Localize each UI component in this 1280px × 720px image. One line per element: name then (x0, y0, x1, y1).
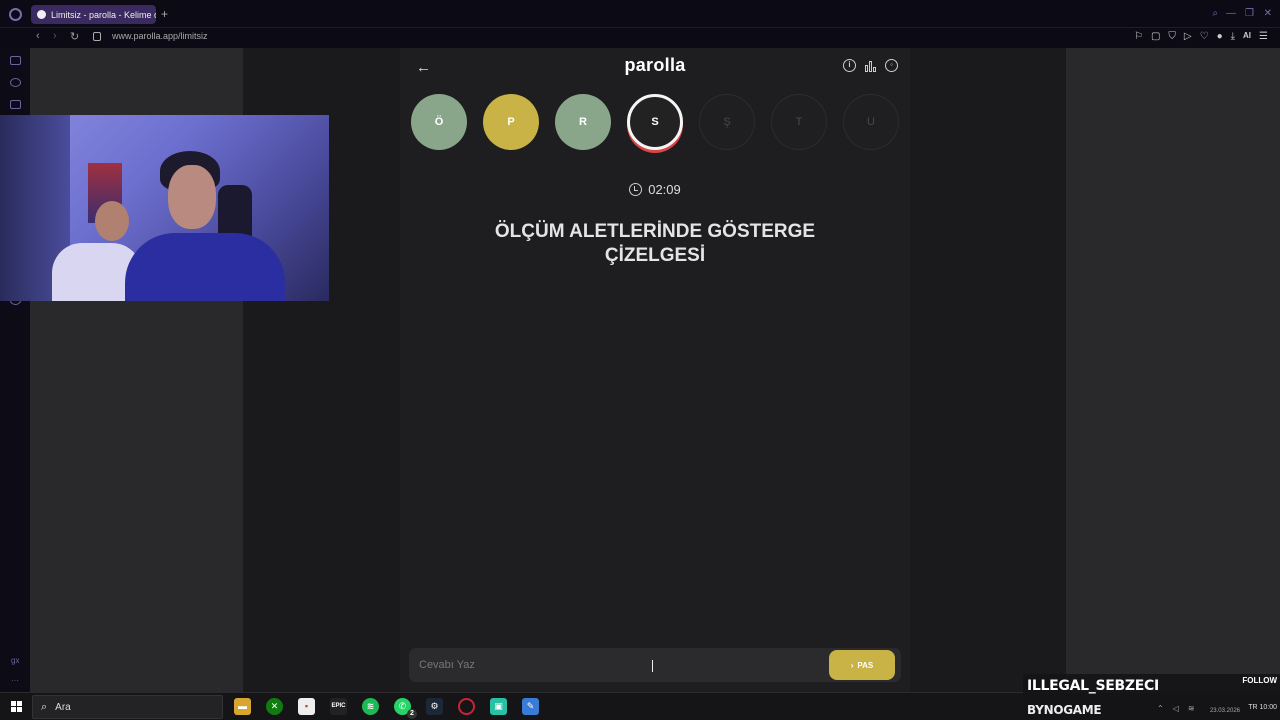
pass-label: PAS (857, 660, 874, 670)
clock-time: TR 10:00 (1248, 704, 1277, 711)
spotify-icon[interactable]: ≋ (362, 698, 379, 715)
letter-wheel: Ö P R S Ş T U (411, 94, 899, 150)
menu-icon[interactable]: ☰ (1259, 31, 1268, 42)
opera-gx-taskbar-icon[interactable] (458, 698, 475, 715)
user-icon[interactable]: ◦ (885, 59, 898, 72)
info-icon[interactable]: i (843, 59, 856, 72)
whatsapp-badge: 2 (407, 709, 417, 719)
steam-icon[interactable]: ⚙ (426, 698, 443, 715)
letter-bubble-active: S (627, 94, 683, 150)
snapshot-icon[interactable]: ▢ (1151, 31, 1160, 42)
xbox-icon[interactable]: ✕ (266, 698, 283, 715)
page-gutter-right (910, 48, 1066, 692)
opera-logo-icon[interactable] (9, 8, 22, 21)
answer-bar: › PAS (409, 648, 901, 682)
game-panel: ← parolla i ◦ Ö P R S Ş T U 02:09 ÖLÇÜM … (400, 48, 910, 692)
volume-icon[interactable]: ◁ (1173, 704, 1179, 713)
file-explorer-icon[interactable]: ▬ (234, 698, 251, 715)
sidebar-gaming-icon[interactable] (10, 56, 21, 65)
follow-label: FOLLOW (1242, 676, 1277, 685)
sidebar-history-icon[interactable] (10, 78, 21, 87)
tab-title: Limitsiz - parolla - Kelime o (51, 9, 156, 20)
system-tray: ⌃ ◁ ≋ (1157, 704, 1195, 713)
browser-tab-bar: Limitsiz - parolla - Kelime o + ⌕ — ❐ ✕ (0, 0, 1280, 28)
timer: 02:09 (400, 182, 910, 197)
heart-icon[interactable]: ♡ (1200, 31, 1209, 42)
sidebar-more-icon[interactable]: ··· (11, 676, 19, 685)
download-icon[interactable]: ⤓ (1231, 31, 1235, 42)
streamer-name: ILLEGAL_SEBZECI (1027, 678, 1159, 694)
close-window-icon[interactable]: ✕ (1264, 8, 1272, 19)
paint-app-icon[interactable]: ✎ (522, 698, 539, 715)
windows-start-icon[interactable] (11, 701, 22, 712)
timer-value: 02:09 (648, 182, 681, 197)
profile-icon[interactable]: ● (1217, 31, 1223, 42)
taskbar-search[interactable]: ⌕ Ara (32, 695, 223, 719)
browser-tab-active[interactable]: Limitsiz - parolla - Kelime o (31, 5, 156, 24)
tray-chevron-icon[interactable]: ⌃ (1157, 704, 1164, 713)
screen: Limitsiz - parolla - Kelime o + ⌕ — ❐ ✕ … (0, 0, 1280, 720)
new-tab-icon[interactable]: + (161, 7, 168, 21)
lock-icon (93, 32, 101, 41)
webcam-person-right (125, 233, 285, 301)
chevron-right-icon: › (850, 660, 854, 670)
bookmark-icon[interactable]: ⚐ (1134, 31, 1143, 42)
sidebar-box-icon[interactable] (10, 100, 21, 109)
search-icon: ⌕ (41, 700, 48, 713)
reload-icon[interactable]: ↻ (70, 30, 79, 43)
webcam-person-right-head (168, 165, 216, 229)
url-field[interactable]: www.parolla.app/limitsiz (112, 31, 208, 41)
clock-icon (629, 183, 643, 196)
maximize-icon[interactable]: ❐ (1245, 8, 1254, 19)
app-logo: parolla (624, 55, 686, 75)
search-label: Ara (55, 701, 71, 713)
channel-name: BYNOGAME (1027, 703, 1102, 717)
sidebar-gx-icon[interactable]: gx (11, 656, 19, 665)
letter-bubble: Ş (699, 94, 755, 150)
whatsapp-icon[interactable]: ✆ 2 (394, 698, 417, 719)
search-tabs-icon[interactable]: ⌕ (1212, 8, 1218, 19)
back-nav-icon[interactable]: ‹ (36, 30, 40, 42)
wifi-icon[interactable]: ≋ (1188, 704, 1195, 713)
pass-button[interactable]: › PAS (829, 650, 895, 680)
address-bar: ‹ › ↻ www.parolla.app/limitsiz ⚐ ▢ ⛉ ▷ ♡… (0, 28, 1280, 48)
document-icon[interactable]: ▪ (298, 698, 315, 715)
parolla-favicon-icon (37, 10, 46, 19)
minimize-icon[interactable]: — (1226, 8, 1236, 19)
clock-date: 23.03.2026 (1209, 708, 1240, 714)
browser-toolbar: ⚐ ▢ ⛉ ▷ ♡ ● ⤓ AI ☰ (1134, 31, 1268, 42)
answer-input[interactable] (419, 656, 819, 674)
header-actions: i ◦ (843, 59, 898, 72)
stream-overlay: ILLEGAL_SEBZECI FOLLOW BYNOGAME ⌃ ◁ ≋ 23… (1023, 674, 1280, 720)
question-text: ÖLÇÜM ALETLERİNDE GÖSTERGE ÇİZELGESİ (494, 221, 816, 266)
chat-app-icon[interactable]: ▣ (490, 698, 507, 715)
taskbar-apps: ▬ ✕ ▪ EPIC ≋ ✆ 2 ⚙ ▣ ✎ (234, 698, 539, 719)
aria-ai-button[interactable]: AI (1243, 31, 1251, 42)
letter-bubble: Ö (411, 94, 467, 150)
shield-icon[interactable]: ⛉ (1168, 31, 1176, 42)
epic-games-icon[interactable]: EPIC (330, 698, 347, 715)
page-right-panel (1066, 48, 1280, 692)
webcam-overlay (0, 115, 329, 301)
webcam-person-left-head (95, 201, 129, 241)
forward-nav-icon[interactable]: › (53, 30, 57, 42)
player-icon[interactable]: ▷ (1184, 31, 1192, 42)
letter-bubble: R (555, 94, 611, 150)
letter-bubble: U (843, 94, 899, 150)
letter-bubble: T (771, 94, 827, 150)
stats-icon[interactable] (864, 59, 877, 72)
text-cursor-icon (652, 660, 653, 672)
letter-bubble: P (483, 94, 539, 150)
